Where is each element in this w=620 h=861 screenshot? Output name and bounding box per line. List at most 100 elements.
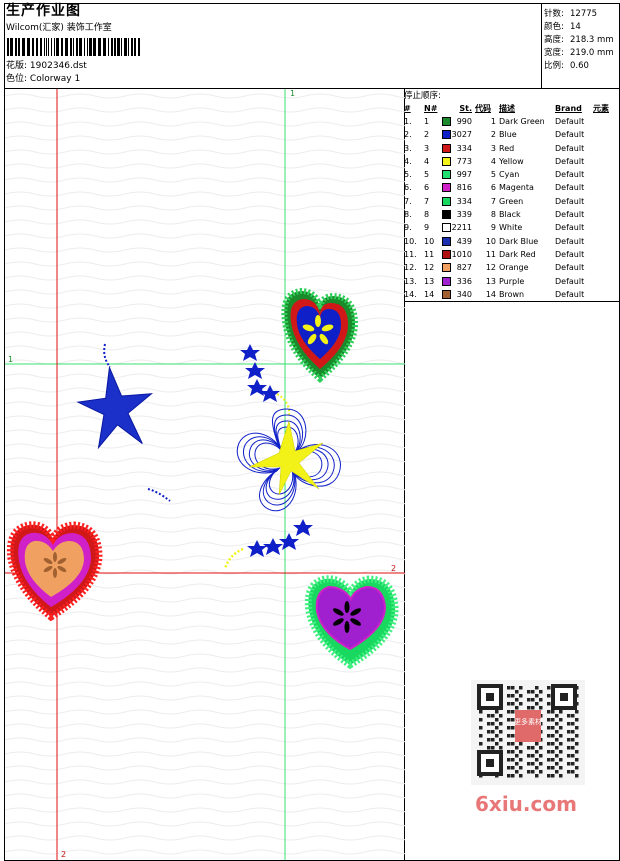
guide-v1-label: 1	[290, 89, 295, 98]
row-code: 6	[490, 183, 496, 193]
row-code: 10	[485, 236, 496, 246]
row-brand: Default	[555, 289, 585, 299]
row-swatch	[442, 142, 451, 155]
row-swatch	[442, 235, 451, 248]
row-element	[593, 275, 619, 288]
table-row: 9. 9 2211 9 White Default	[404, 221, 619, 234]
row-description: Black	[499, 210, 521, 220]
col-code: 代码	[475, 103, 491, 113]
row-index: 11.	[404, 249, 417, 259]
file-name: 1902346.dst	[29, 61, 87, 71]
color-swatch-icon	[442, 183, 451, 193]
row-brand: Default	[555, 117, 585, 126]
row-stitches: 3027	[451, 130, 472, 140]
row-index: 8.	[404, 210, 412, 220]
row-code: 3	[490, 143, 496, 153]
row-description: Green	[499, 196, 524, 206]
row-code: 1	[490, 117, 496, 126]
row-code: 9	[490, 223, 496, 233]
row-brand: Default	[555, 263, 585, 273]
color-swatch-icon	[442, 210, 451, 220]
row-swatch	[442, 115, 451, 128]
row-needle: 6	[424, 183, 430, 193]
row-index: 6.	[404, 183, 412, 193]
row-needle: 11	[424, 249, 435, 259]
watermark-text: 6xiu.com	[475, 792, 577, 816]
stat-scale: 比例: 0.60	[544, 61, 589, 71]
guide-h1-label: 1	[8, 355, 13, 364]
row-stitches: 340	[456, 289, 472, 299]
table-header-row: # N# St. 代码 描述 Brand 元素	[404, 102, 619, 115]
row-needle: 9	[424, 223, 430, 233]
row-description: Purple	[499, 276, 525, 286]
row-index: 13.	[404, 276, 417, 286]
col-element: 元素	[593, 103, 609, 113]
row-brand: Default	[555, 236, 585, 246]
row-stitches: 334	[456, 196, 472, 206]
table-row: 3. 3 334 3 Red Default	[404, 142, 619, 155]
row-description: Dark Green	[499, 117, 545, 126]
row-brand: Default	[555, 183, 585, 193]
row-element	[593, 208, 619, 221]
row-index: 7.	[404, 196, 412, 206]
col-brand: Brand	[555, 103, 582, 113]
guide-v2-label: 2	[61, 850, 66, 859]
row-brand: Default	[555, 170, 585, 180]
row-stitches: 773	[456, 156, 472, 166]
row-needle: 1	[424, 117, 430, 126]
row-description: Orange	[499, 263, 529, 273]
stat-height: 高度: 218.3 mm	[544, 35, 614, 45]
row-code: 4	[490, 156, 496, 166]
row-stitches: 816	[456, 183, 472, 193]
row-swatch	[442, 275, 451, 288]
row-swatch	[442, 261, 451, 274]
row-needle: 2	[424, 130, 430, 140]
row-element	[593, 168, 619, 181]
row-index: 12.	[404, 263, 417, 273]
row-description: Magenta	[499, 183, 534, 193]
stat-stitches: 针数: 12775	[544, 9, 598, 19]
row-element	[593, 142, 619, 155]
table-row: 6. 6 816 6 Magenta Default	[404, 181, 619, 194]
row-needle: 7	[424, 196, 430, 206]
row-stitches: 997	[456, 170, 472, 180]
row-needle: 4	[424, 156, 430, 166]
row-code: 11	[485, 249, 496, 259]
row-element	[593, 248, 619, 261]
row-needle: 8	[424, 210, 430, 220]
row-stitches: 339	[456, 210, 472, 220]
col-stitches: St.	[459, 103, 472, 113]
row-index: 10.	[404, 236, 417, 246]
file-line: 花版: 1902346.dst	[6, 62, 87, 71]
color-swatch-icon	[442, 289, 451, 299]
color-table: # N# St. 代码 描述 Brand 元素 1. 1 990 1 Dark Gree…	[404, 102, 619, 301]
row-code: 14	[485, 289, 496, 299]
row-code: 12	[485, 263, 496, 273]
stat-colors: 颜色: 14	[544, 22, 581, 32]
row-description: Dark Blue	[499, 236, 539, 246]
row-brand: Default	[555, 249, 585, 259]
file-label: 花版:	[6, 61, 28, 71]
row-index: 9.	[404, 223, 412, 233]
row-index: 3.	[404, 143, 412, 153]
row-stitches: 334	[456, 143, 472, 153]
company-name: Wilcom(汇家) 装饰工作室	[6, 23, 112, 33]
color-swatch-icon	[442, 143, 451, 153]
table-row: 5. 5 997 5 Cyan Default	[404, 168, 619, 181]
row-description: Yellow	[499, 156, 524, 166]
table-row: 11. 11 1010 11 Dark Red Default	[404, 248, 619, 261]
row-swatch	[442, 168, 451, 181]
row-swatch	[442, 208, 451, 221]
row-index: 2.	[404, 130, 412, 140]
row-element	[593, 288, 619, 301]
table-row: 4. 4 773 4 Yellow Default	[404, 155, 619, 168]
row-index: 14.	[404, 289, 417, 299]
row-brand: Default	[555, 143, 585, 153]
table-row: 14. 14 340 14 Brown Default	[404, 288, 619, 301]
row-element	[593, 221, 619, 234]
row-code: 5	[490, 170, 496, 180]
row-code: 7	[490, 196, 496, 206]
color-swatch-icon	[442, 117, 451, 126]
fabric-texture	[5, 89, 405, 860]
row-needle: 5	[424, 170, 430, 180]
